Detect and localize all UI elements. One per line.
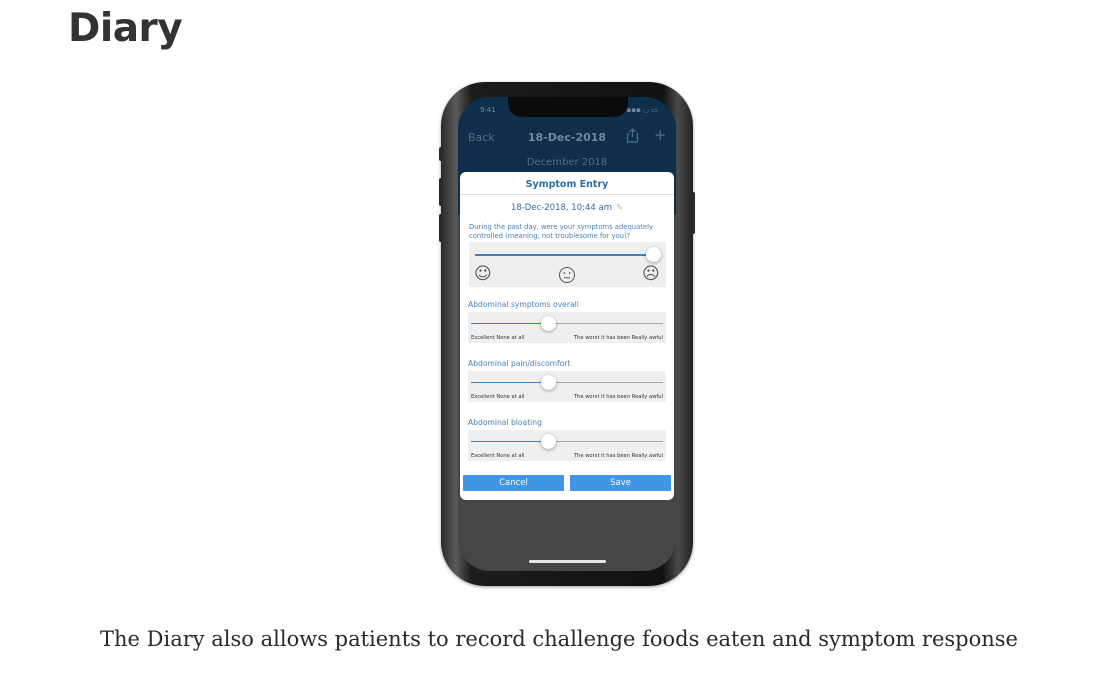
plus-icon[interactable]: + — [654, 126, 667, 144]
symptom-label: Abdominal bloating — [468, 418, 542, 427]
control-question: During the past day, were your symptoms … — [469, 223, 654, 240]
symptom-slider-fill — [471, 440, 548, 442]
share-icon[interactable] — [626, 128, 639, 147]
control-slider-track[interactable] — [475, 254, 653, 256]
symptom-slider-panel: Excellent None at all The worst it has b… — [468, 430, 666, 461]
phone-notch — [508, 97, 628, 117]
symptom-entry-dialog: Symptom Entry 18-Dec-2018, 10:44 am ✎ Dur… — [460, 172, 674, 500]
phone-power-button — [691, 192, 695, 234]
neutral-face-icon — [558, 266, 576, 288]
phone-screen: 9:41 ▪▪▪ ◡ ▭ Back 18-Dec-2018 + December… — [458, 97, 676, 571]
entry-date[interactable]: 18-Dec-2018, 10:44 am ✎ — [460, 203, 674, 213]
sad-face-icon: ☹ — [642, 264, 660, 284]
symptom-slider-thumb[interactable] — [540, 434, 556, 449]
symptom-slider-thumb[interactable] — [540, 375, 556, 390]
happy-face-icon: ☺ — [474, 264, 492, 284]
symptom-label: Abdominal pain/discomfort — [468, 359, 571, 368]
symptom-min-label: Excellent None at all — [471, 394, 525, 400]
phone-mute-switch — [439, 147, 443, 161]
control-slider-panel: ☺ ☹ — [469, 242, 666, 287]
symptom-min-label: Excellent None at all — [471, 453, 525, 459]
status-time: 9:41 — [480, 106, 496, 114]
entry-date-text: 18-Dec-2018, 10:44 am — [510, 203, 612, 213]
page-title: Diary — [68, 6, 183, 51]
symptom-slider-fill — [471, 381, 548, 383]
status-icons: ▪▪▪ ◡ ▭ — [626, 106, 658, 114]
symptom-slider-panel: Excellent None at all The worst it has b… — [468, 312, 666, 343]
symptom-label: Abdominal symptoms overall — [468, 300, 579, 309]
dialog-title: Symptom Entry — [525, 179, 609, 190]
nav-title: 18-Dec-2018 — [527, 131, 607, 144]
save-button[interactable]: Save — [570, 475, 671, 491]
symptom-max-label: The worst it has been Really awful — [573, 453, 663, 459]
symptom-slider-fill — [471, 322, 548, 324]
phone-volume-down — [439, 214, 443, 242]
symptom-max-label: The worst it has been Really awful — [573, 394, 663, 400]
page-caption: The Diary also allows patients to record… — [100, 627, 1018, 651]
phone-mockup: 9:41 ▪▪▪ ◡ ▭ Back 18-Dec-2018 + December… — [439, 82, 695, 586]
month-label: December 2018 — [526, 157, 608, 168]
dialog-divider — [460, 194, 674, 195]
symptom-slider-panel: Excellent None at all The worst it has b… — [468, 371, 666, 402]
symptom-max-label: The worst it has been Really awful — [573, 335, 663, 341]
symptom-slider-thumb[interactable] — [540, 316, 556, 331]
home-indicator — [529, 560, 606, 563]
pencil-icon[interactable]: ✎ — [616, 203, 623, 213]
cancel-button[interactable]: Cancel — [463, 475, 564, 491]
symptom-min-label: Excellent None at all — [471, 335, 525, 341]
phone-volume-up — [439, 178, 443, 206]
control-slider-thumb[interactable] — [646, 247, 661, 262]
